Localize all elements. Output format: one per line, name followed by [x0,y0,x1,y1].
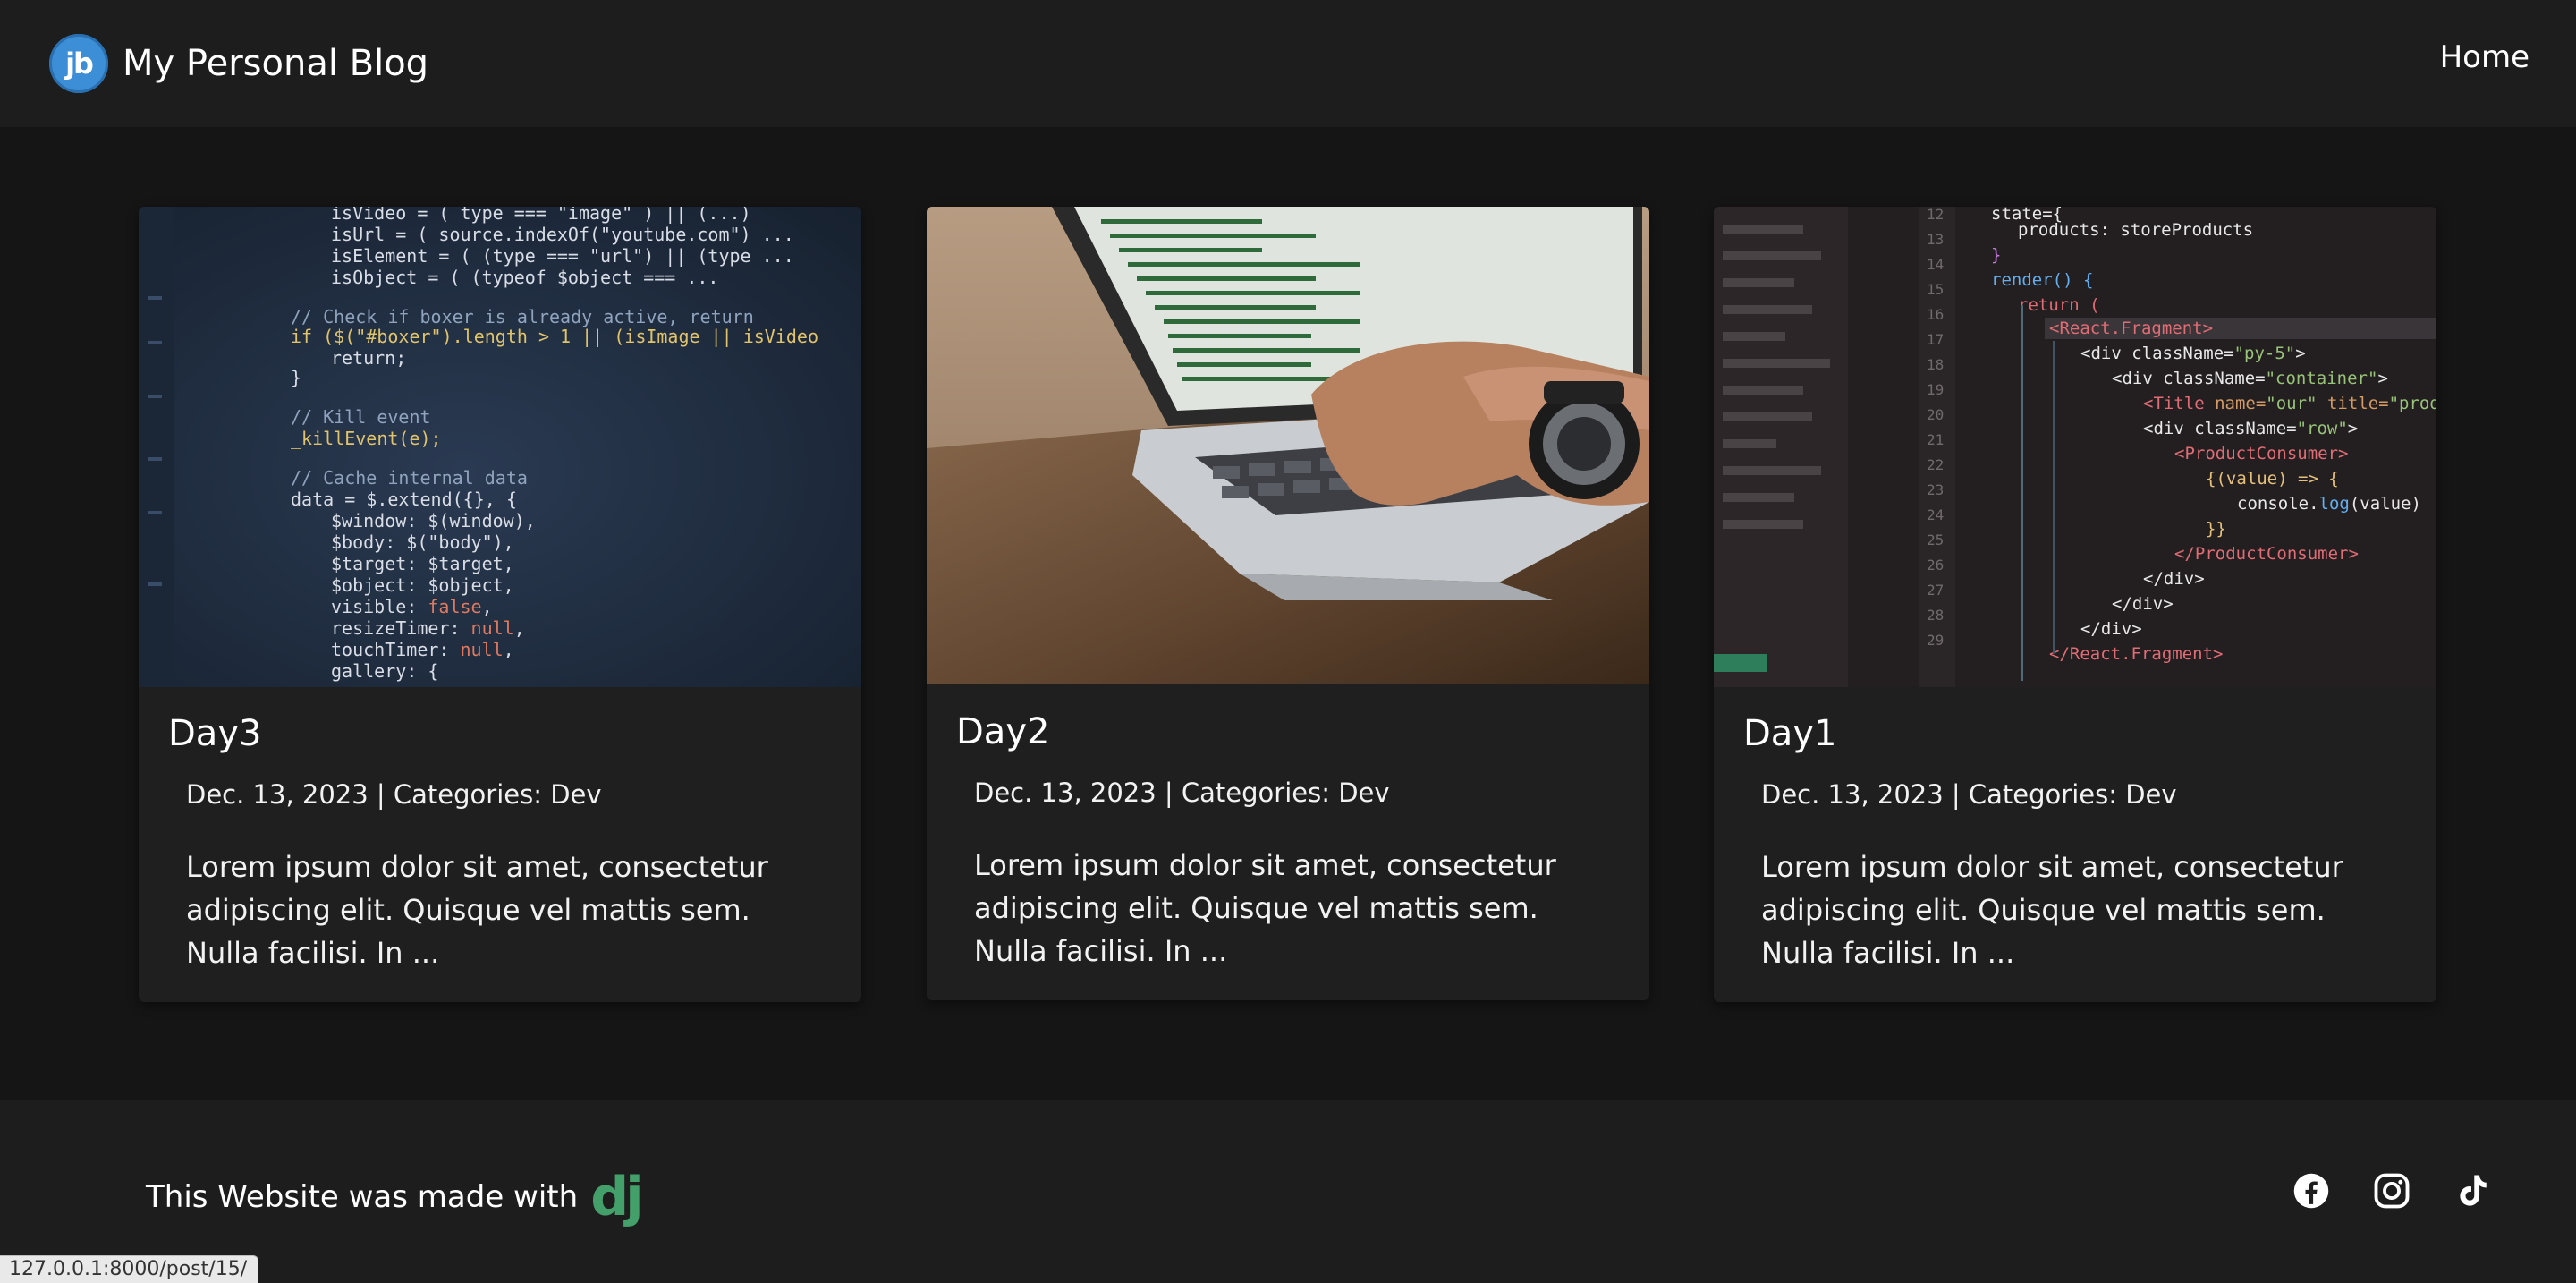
svg-text:visible: false,: visible: false, [331,596,493,617]
post-excerpt: Lorem ipsum dolor sit amet, consectetur … [974,848,1556,968]
post-excerpt: Lorem ipsum dolor sit amet, consectetur … [1761,850,2343,970]
made-with-text: This Website was made with [146,1179,579,1215]
post-card[interactable]: Day2 Dec. 13, 2023 | Categories: Dev Lor… [927,207,1649,1000]
post-meta: Dec. 13, 2023 | Categories: Dev [186,779,602,810]
svg-text:</ProductConsumer>: </ProductConsumer> [2174,544,2359,564]
svg-text:<div className="container">: <div className="container"> [2112,369,2388,388]
post-meta: Dec. 13, 2023 | Categories: Dev [1761,779,2177,810]
svg-text:data = $.extend({}, {: data = $.extend({}, { [291,489,517,510]
post-excerpt: Lorem ipsum dolor sit amet, consectetur … [186,850,768,970]
svg-text:15: 15 [1927,281,1944,298]
svg-text:// Kill event: // Kill event [291,406,431,428]
svg-text:</div>: </div> [2080,619,2142,639]
facebook-icon[interactable] [2292,1172,2330,1210]
site-logo-icon: jb [49,34,108,93]
post-thumbnail-image[interactable]: isVideo = ( type === "image" ) || (...) … [139,207,861,687]
post-meta: Dec. 13, 2023 | Categories: Dev [974,777,1390,808]
svg-text:gallery: {: gallery: { [331,660,438,682]
tiktok-icon[interactable] [2453,1172,2491,1210]
svg-text:<ProductConsumer>: <ProductConsumer> [2174,444,2348,463]
svg-text:22: 22 [1927,456,1944,473]
svg-text:console.log(value): console.log(value) [2237,494,2421,514]
post-title[interactable]: Day3 [168,713,261,754]
svg-text:$body: $("body"),: $body: $("body"), [331,531,514,553]
svg-text:isObject = ( (typeof $object: isObject = ( (typeof $object === ... [331,267,718,288]
svg-text:render() {: render() { [1991,270,2093,290]
svg-text:25: 25 [1927,531,1944,548]
post-thumbnail-image[interactable] [927,207,1649,684]
svg-text:</div>: </div> [2112,594,2174,614]
svg-text:12: 12 [1927,207,1944,223]
svg-text:27: 27 [1927,582,1944,599]
svg-text:if ($("#boxer").length > 1 ||: if ($("#boxer").length > 1 || (isImage |… [291,326,818,347]
svg-text:resizeTimer: null,: resizeTimer: null, [331,617,525,639]
svg-text:19: 19 [1927,381,1944,398]
post-title[interactable]: Day1 [1743,713,1836,754]
svg-text:$object: $object,: $object: $object, [331,574,514,596]
svg-text:28: 28 [1927,607,1944,624]
site-logo-text: jb [65,47,94,81]
svg-text:24: 24 [1927,506,1944,523]
post-thumbnail-image[interactable]: 12 13 14 15 16 17 18 19 20 21 22 23 24 25 26 27 28 2… [1714,207,2436,687]
svg-text:}}: }} [2206,519,2226,539]
svg-text:$target: $target,: $target: $target, [331,553,514,574]
svg-text:return;: return; [331,347,406,369]
svg-text:// Check if boxer is already a: // Check if boxer is already active, ret… [291,306,754,327]
svg-text:</div>: </div> [2143,569,2205,589]
svg-text:13: 13 [1927,231,1944,248]
navbar: jb My Personal Blog Home [0,0,2576,127]
svg-text:}: } [1991,245,2001,265]
svg-text:isUrl = ( source.indexOf(": isUrl = ( source.indexOf("youtube.com") … [331,224,794,245]
svg-text:18: 18 [1927,356,1944,373]
svg-text:<div className="row">: <div className="row"> [2143,419,2358,438]
svg-text:isVideo = ( type === "image" ): isVideo = ( type === "image" ) || (...) [331,207,751,224]
social-links [2292,1172,2491,1210]
svg-text:17: 17 [1927,331,1944,348]
made-with: This Website was made with dj [146,1170,644,1224]
svg-text:</React.Fragment>: </React.Fragment> [2049,644,2223,664]
svg-text:26: 26 [1927,557,1944,574]
svg-text:// Cache internal data: // Cache internal data [291,467,528,489]
svg-text:16: 16 [1927,306,1944,323]
nav-home-link[interactable]: Home [2440,39,2529,75]
instagram-icon[interactable] [2373,1172,2411,1210]
status-bar-url: 127.0.0.1:8000/post/15/ [0,1255,259,1283]
post-card[interactable]: isVideo = ( type === "image" ) || (...) … [139,207,861,1002]
svg-text:<Title name="our" title="produ: <Title name="our" title="product [2143,394,2436,413]
svg-text:_killEvent(e);: _killEvent(e); [291,428,442,449]
svg-text:<React.Fragment>: <React.Fragment> [2049,319,2213,338]
svg-text:14: 14 [1927,256,1944,273]
svg-text:$window: $(window),: $window: $(window), [331,510,536,531]
footer: This Website was made with dj [0,1100,2576,1283]
django-logo-icon[interactable]: dj [590,1170,643,1224]
svg-text:isElement = ( (type === "url"): isElement = ( (type === "url") || (type … [331,245,794,267]
svg-text:products: storeProducts: products: storeProducts [2018,220,2253,240]
post-title[interactable]: Day2 [956,711,1049,752]
svg-text:}: } [291,367,301,388]
svg-text:{(value) => {: {(value) => { [2206,469,2339,489]
svg-text:20: 20 [1927,406,1944,423]
svg-text:<div className="py-5">: <div className="py-5"> [2080,344,2306,363]
svg-text:return (: return ( [2018,295,2100,315]
svg-text:21: 21 [1927,431,1944,448]
svg-text:touchTimer: null,: touchTimer: null, [331,639,514,660]
post-card[interactable]: 12 13 14 15 16 17 18 19 20 21 22 23 24 25 26 27 28 2… [1714,207,2436,1002]
svg-text:23: 23 [1927,481,1944,498]
svg-text:29: 29 [1927,632,1944,649]
site-title: My Personal Blog [123,43,429,84]
brand-link[interactable]: jb My Personal Blog [49,34,428,93]
